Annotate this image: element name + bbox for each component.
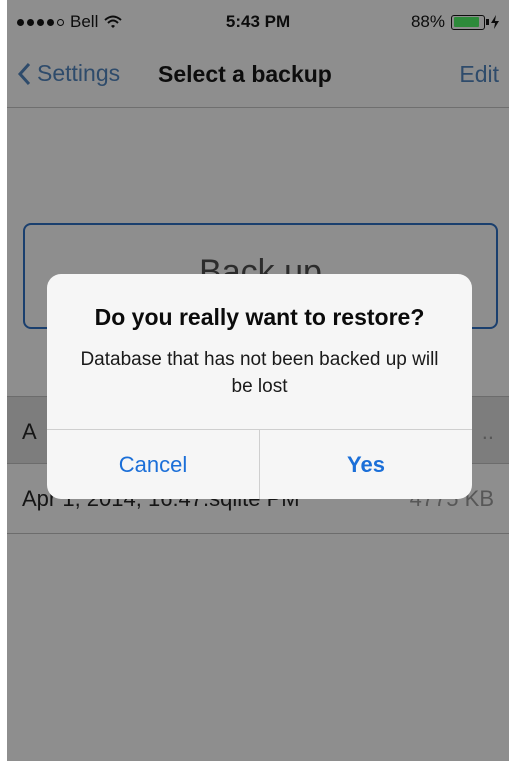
status-bar: Bell 5:43 PM 88% <box>7 0 509 44</box>
back-button[interactable]: Settings <box>17 60 120 87</box>
cancel-button[interactable]: Cancel <box>47 430 259 499</box>
page-title: Select a backup <box>158 61 332 87</box>
charging-icon <box>491 15 499 29</box>
edit-button[interactable]: Edit <box>459 61 499 88</box>
yes-button-label: Yes <box>347 451 385 477</box>
screen: Bell 5:43 PM 88% Settings Select a backu… <box>7 0 509 761</box>
chevron-left-icon <box>17 62 31 85</box>
battery-icon <box>451 14 485 30</box>
alert-title: Do you really want to restore? <box>94 304 425 330</box>
cancel-button-label: Cancel <box>118 451 188 477</box>
backup-name: A <box>22 419 37 444</box>
battery-percent: 88% <box>410 12 445 31</box>
backup-size: .. <box>481 419 494 444</box>
back-button-label: Settings <box>37 60 121 86</box>
battery-tip <box>486 19 489 25</box>
alert-message: Database that has not been backed up wil… <box>80 349 439 397</box>
yes-button[interactable]: Yes <box>260 430 472 499</box>
navigation-bar: Settings Select a backup Edit <box>7 44 509 108</box>
battery-level <box>453 17 480 27</box>
battery-group: 88% <box>411 12 499 32</box>
restore-alert-dialog: Do you really want to restore? Database … <box>47 274 472 499</box>
